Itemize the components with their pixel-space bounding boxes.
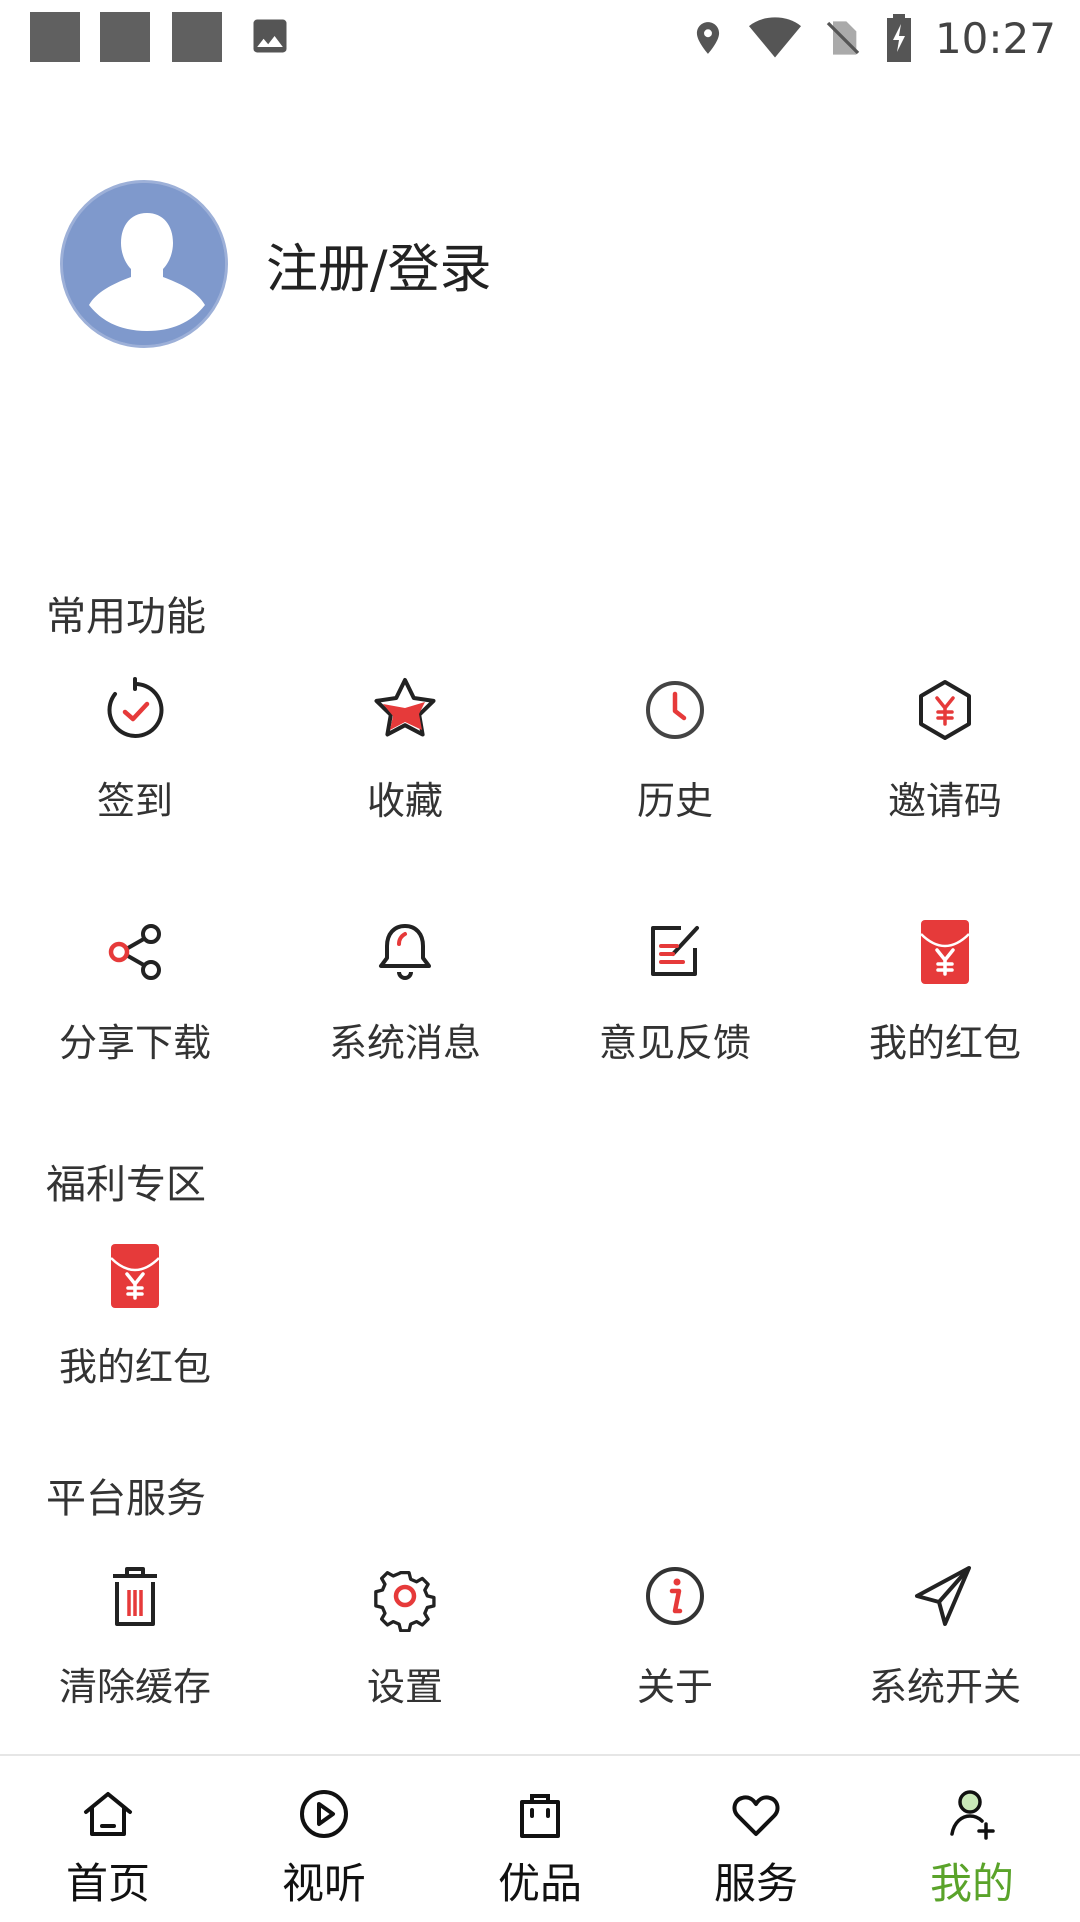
settings-button[interactable]: 设置 <box>270 1560 540 1740</box>
cell-label: 分享下载 <box>58 1021 211 1065</box>
cell-label: 意见反馈 <box>598 1021 751 1065</box>
cell-label: 我的红包 <box>868 1021 1021 1065</box>
star-icon <box>369 674 441 746</box>
play-circle-icon <box>294 1784 354 1844</box>
clock-icon <box>639 674 711 746</box>
gear-icon <box>369 1560 441 1632</box>
welfare-red-envelope-button[interactable]: 我的红包 <box>0 1240 270 1420</box>
section-title-platform: 平台服务 <box>46 1476 206 1522</box>
favorites-button[interactable]: 收藏 <box>270 674 540 854</box>
red-envelope-icon <box>909 916 981 988</box>
history-button[interactable]: 历史 <box>540 674 810 854</box>
nav-label: 视听 <box>281 1859 366 1908</box>
about-button[interactable]: 关于 <box>540 1560 810 1740</box>
user-avatar-icon[interactable] <box>60 180 228 348</box>
nav-mine[interactable]: 我的 <box>864 1756 1080 1922</box>
edit-feedback-icon <box>639 916 711 988</box>
wifi-icon <box>748 16 801 60</box>
check-in-icon <box>99 674 171 746</box>
battery-charging-icon <box>885 14 913 62</box>
nav-media[interactable]: 视听 <box>216 1756 432 1922</box>
system-switch-button[interactable]: 系统开关 <box>810 1560 1080 1740</box>
bell-icon <box>369 916 441 988</box>
nav-home[interactable]: 首页 <box>0 1756 216 1922</box>
common-row-1: 签到 收藏 历史 邀请码 <box>0 674 1080 854</box>
bottom-nav: 首页 视听 优品 服务 我的 <box>0 1754 1080 1922</box>
my-red-envelope-button[interactable]: 我的红包 <box>810 916 1080 1096</box>
login-register-link[interactable]: 注册/登录 <box>266 227 492 302</box>
image-icon <box>248 14 292 62</box>
status-bar: 10:27 <box>0 0 1080 72</box>
nav-label: 我的 <box>929 1859 1014 1908</box>
profile-header[interactable]: 注册/登录 <box>60 180 492 348</box>
home-icon <box>78 1784 138 1844</box>
notification-square-icon <box>100 12 150 62</box>
clear-cache-button[interactable]: 清除缓存 <box>0 1560 270 1740</box>
nav-label: 首页 <box>65 1859 150 1908</box>
cell-label: 系统开关 <box>868 1665 1021 1709</box>
check-in-button[interactable]: 签到 <box>0 674 270 854</box>
cell-label: 清除缓存 <box>58 1665 211 1709</box>
info-icon <box>639 1560 711 1632</box>
cell-label: 设置 <box>366 1665 443 1709</box>
cell-label: 关于 <box>636 1665 713 1709</box>
platform-row: 清除缓存 设置 关于 系统开关 <box>0 1560 1080 1740</box>
nav-label: 优品 <box>497 1859 582 1908</box>
nav-products[interactable]: 优品 <box>432 1756 648 1922</box>
cell-label: 收藏 <box>366 779 443 823</box>
send-icon <box>909 1560 981 1632</box>
cell-label: 邀请码 <box>887 779 1002 823</box>
shopping-bag-icon <box>510 1784 570 1844</box>
system-messages-button[interactable]: 系统消息 <box>270 916 540 1096</box>
location-icon <box>689 15 727 61</box>
share-icon <box>99 916 171 988</box>
cell-label: 历史 <box>636 779 713 823</box>
section-title-welfare: 福利专区 <box>46 1162 206 1208</box>
feedback-button[interactable]: 意见反馈 <box>540 916 810 1096</box>
yuan-hexagon-icon <box>909 674 981 746</box>
cell-label: 签到 <box>96 779 173 823</box>
red-envelope-icon <box>99 1240 171 1312</box>
share-download-button[interactable]: 分享下载 <box>0 916 270 1096</box>
invite-code-button[interactable]: 邀请码 <box>810 674 1080 854</box>
notification-square-icon <box>172 12 222 62</box>
common-row-2: 分享下载 系统消息 意见反馈 我的红包 <box>0 916 1080 1096</box>
trash-icon <box>99 1560 171 1632</box>
nav-label: 服务 <box>713 1859 798 1908</box>
user-add-icon <box>942 1784 1002 1844</box>
nav-services[interactable]: 服务 <box>648 1756 864 1922</box>
cell-label: 我的红包 <box>58 1345 211 1389</box>
no-sim-icon <box>823 15 863 61</box>
status-time: 10:27 <box>934 13 1056 63</box>
notification-square-icon <box>30 12 80 62</box>
section-title-common: 常用功能 <box>46 594 206 640</box>
heart-icon <box>726 1784 786 1844</box>
cell-label: 系统消息 <box>328 1021 481 1065</box>
welfare-row: 我的红包 <box>0 1240 1080 1420</box>
